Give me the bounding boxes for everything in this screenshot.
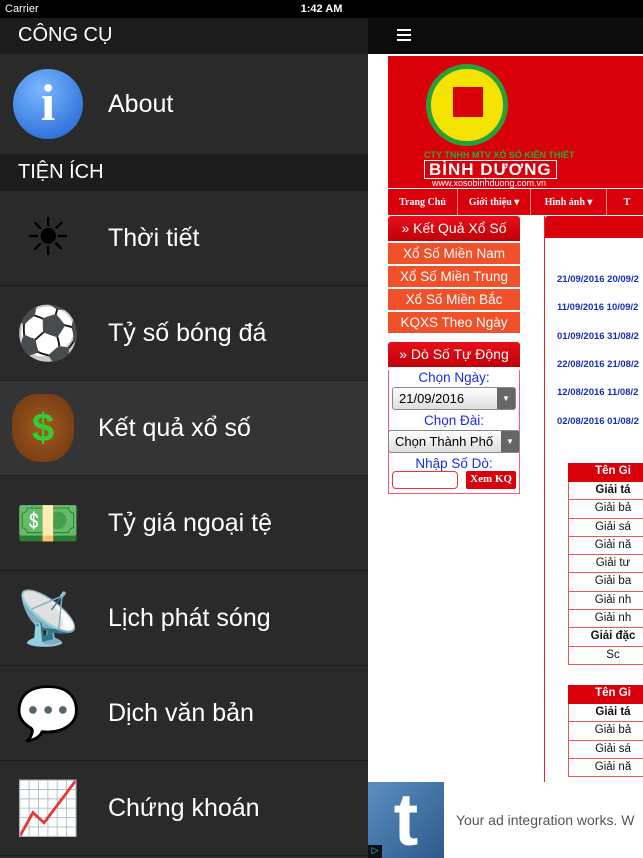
sidebar-item[interactable]: 📈 Chứng khoán [0,761,368,856]
sidebar-item-label: Dịch văn bản [108,698,254,727]
clock: 1:42 AM [300,3,343,15]
sidebar-item[interactable]: ⚽ Tỷ số bóng đá [0,286,368,381]
play-icon[interactable]: ▷ [368,845,382,858]
table-cell: Giải bả [568,500,643,519]
station-value: Chọn Thành Phố [395,434,494,449]
sidebar-item-label: Tỷ giá ngoại tệ [108,508,272,537]
sun-icon: ☀ [24,209,72,267]
table-cell: Sc [568,646,643,665]
web-toolbar [368,18,643,54]
table-cell: Giải sá [568,518,643,537]
sidebar-item-about[interactable]: i About [0,54,368,155]
chevron-down-icon: ▼ [497,388,515,409]
sidebar: CÔNG CỤ i About TIỆN ÍCH ☀ Thời tiết ⚽ Tỷ s… [0,18,368,858]
speech-icon: 💬 [15,684,81,743]
link-mien-trung[interactable]: Xổ Số Miền Trung [388,266,520,287]
results-box: » Kết Quả Xổ Số Xổ Số Miền Nam Xổ Số Miề… [388,216,520,333]
result-date-link[interactable]: 11/09/2016 10/09/2 [557,302,638,313]
link-theo-ngay[interactable]: KQXS Theo Ngày [388,312,520,333]
link-mien-nam[interactable]: Xổ Số Miền Nam [388,243,520,264]
prize-table: Tên Gi Giải tá Giải bả Giải sá Giải nă [568,685,643,778]
station-label: Chọn Đài: [423,413,485,428]
sidebar-item-label: Thời tiết [108,223,200,252]
table-header: Tên Gi [568,463,643,482]
sidebar-item[interactable]: 💬 Dịch văn bản [0,666,368,761]
status-bar: Carrier 1:42 AM [0,0,643,18]
result-date-link[interactable]: 12/08/2016 11/08/2 [557,387,638,398]
chevron-down-icon: ▼ [501,431,519,452]
sidebar-item-label: Chứng khoán [108,793,260,822]
sidebar-item[interactable]: ☀ Thời tiết [0,191,368,286]
sidebar-item[interactable]: $ Kết quả xổ số [0,381,368,476]
auto-check-box: » Dò Số Tự Động Chọn Ngày: 21/09/2016 ▼ C… [388,342,520,494]
sidebar-header: CÔNG CỤ [0,18,368,54]
soccer-ball-icon: ⚽ [15,304,81,363]
site-banner[interactable]: CTY TNHH MTV XỔ SỐ KIẾN THIẾT BÌNH DƯƠNG… [388,56,643,188]
result-date-link[interactable]: 02/08/2016 01/08/2 [557,416,639,427]
menu-icon[interactable] [397,29,411,41]
ad-text: Your ad integration works. W [456,812,635,828]
link-mien-bac[interactable]: Xổ Số Miền Bắc [388,289,520,310]
auto-check-title: » Dò Số Tự Động [388,342,520,367]
table-cell: Giải nh [568,610,643,629]
prize-table: Tên Gi Giải tá Giải bả Giải sá Giải nă Giải t… [568,463,643,665]
table-cell: Giải tá [568,704,643,723]
sidebar-item-label: About [108,89,174,118]
sidebar-item[interactable]: 📡 Lịch phát sóng [0,571,368,666]
station-select[interactable]: Chọn Thành Phố ▼ [388,430,520,453]
date-select[interactable]: 21/09/2016 ▼ [392,387,516,410]
site-url: www.xosobinhduong.com.vn [432,178,547,188]
broadcast-icon: 📡 [15,589,81,648]
sidebar-item[interactable]: 💵 Tỷ giá ngoại tệ [0,476,368,571]
number-input[interactable] [392,471,458,489]
results-box-title: » Kết Quả Xổ Số [388,216,520,241]
table-cell: Giải tư [568,555,643,574]
table-cell: Giải tá [568,482,643,501]
table-cell: Giải nh [568,591,643,611]
sidebar-item-label: Kết quả xổ số [98,413,251,442]
result-date-link[interactable]: 01/09/2016 31/08/2 [557,331,639,342]
site-nav: Trang Chủ Giới thiệu ▾ Hình ảnh ▾ T [388,189,643,215]
result-date-link[interactable]: 22/08/2016 21/08/2 [557,359,639,370]
nav-about[interactable]: Giới thiệu ▾ [458,189,531,215]
nav-more[interactable]: T [607,189,643,215]
table-cell: Giải sá [568,740,643,759]
result-date-link[interactable]: 21/09/2016 20/09/2 [557,274,639,285]
logo-icon [426,64,508,146]
submit-button[interactable]: Xem KQ [466,471,516,489]
sidebar-item-label: Tỷ số bóng đá [108,318,267,347]
table-cell: Giải bả [568,722,643,741]
table-cell: Giải nă [568,536,643,556]
table-cell: Giải đặc [568,628,643,647]
sidebar-item-label: Lịch phát sóng [108,603,271,632]
money-bag-icon: $ [12,394,74,462]
date-label: Chọn Ngày: [418,370,490,385]
company-name: CTY TNHH MTV XỔ SỐ KIẾN THIẾT [424,150,575,160]
table-header: Tên Gi [568,685,643,704]
section-header: TIỆN ÍCH [0,155,368,191]
number-label: Nhập Số Dò: [415,456,493,471]
ad-banner[interactable]: t ▷ Your ad integration works. W [368,782,643,858]
table-cell: Giải nă [568,758,643,778]
nav-home[interactable]: Trang Chủ [388,189,458,215]
cash-icon: 💵 [15,494,81,553]
nav-images[interactable]: Hình ảnh ▾ [531,189,607,215]
date-value: 21/09/2016 [399,391,465,406]
brand-name: BÌNH DƯƠNG [424,160,557,179]
web-content: CTY TNHH MTV XỔ SỐ KIẾN THIẾT BÌNH DƯƠNG… [368,18,643,858]
table-cell: Giải ba [568,573,643,592]
info-icon: i [12,68,84,140]
stock-chart-icon: 📈 [15,779,81,838]
